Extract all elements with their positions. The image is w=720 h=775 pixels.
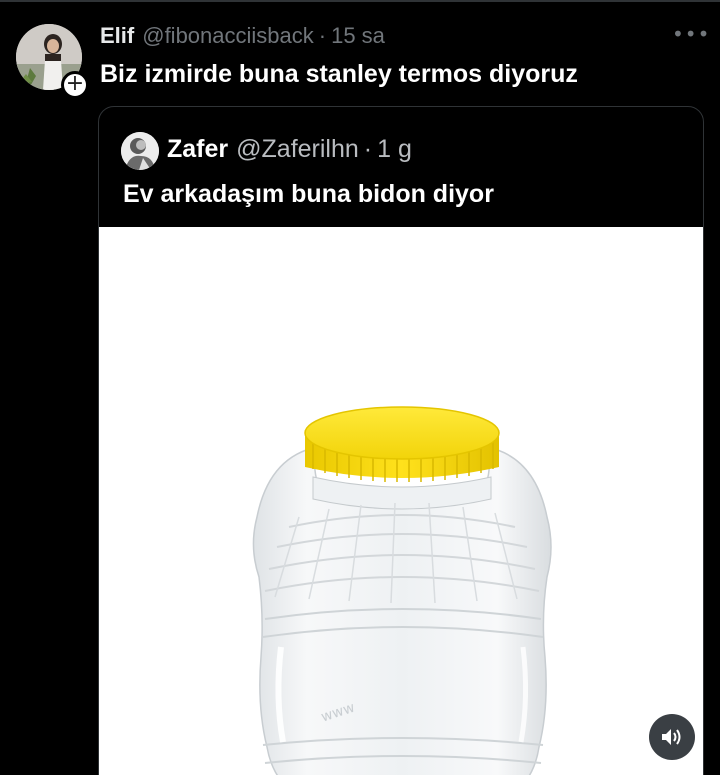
volume-button[interactable] (649, 714, 695, 760)
tweet-text: Biz izmirde buna stanley termos diyoruz (100, 60, 578, 88)
plastic-jar-image: www (252, 406, 552, 775)
plus-icon: + (65, 71, 85, 96)
quoted-author-avatar[interactable] (121, 132, 159, 170)
volume-icon (662, 729, 681, 745)
tweet-header: Elif @fibonacciisback · 15 sa (100, 23, 385, 49)
author-handle[interactable]: @fibonacciisback (142, 23, 314, 49)
separator-dot: · (318, 23, 327, 48)
tweet-time[interactable]: 15 sa (331, 23, 385, 49)
more-horizontal-icon[interactable]: ••• (672, 22, 710, 46)
quoted-tweet-text: Ev arkadaşım buna bidon diyor (123, 180, 494, 208)
quoted-tweet[interactable]: Zafer @Zaferilhn · 1 g Ev arkadaşım buna… (98, 106, 704, 775)
quoted-avatar-image (121, 132, 159, 170)
quoted-author-name[interactable]: Zafer (167, 135, 228, 164)
quoted-tweet-time[interactable]: 1 g (377, 135, 412, 164)
quoted-author-handle[interactable]: @Zaferilhn (236, 135, 359, 164)
top-divider (0, 0, 720, 2)
author-name[interactable]: Elif (100, 23, 134, 49)
follow-button[interactable]: + (61, 71, 89, 99)
quoted-tweet-header: Zafer @Zaferilhn · 1 g (167, 135, 412, 164)
quoted-separator-dot: · (363, 135, 373, 163)
quoted-tweet-media[interactable]: www (99, 227, 703, 775)
